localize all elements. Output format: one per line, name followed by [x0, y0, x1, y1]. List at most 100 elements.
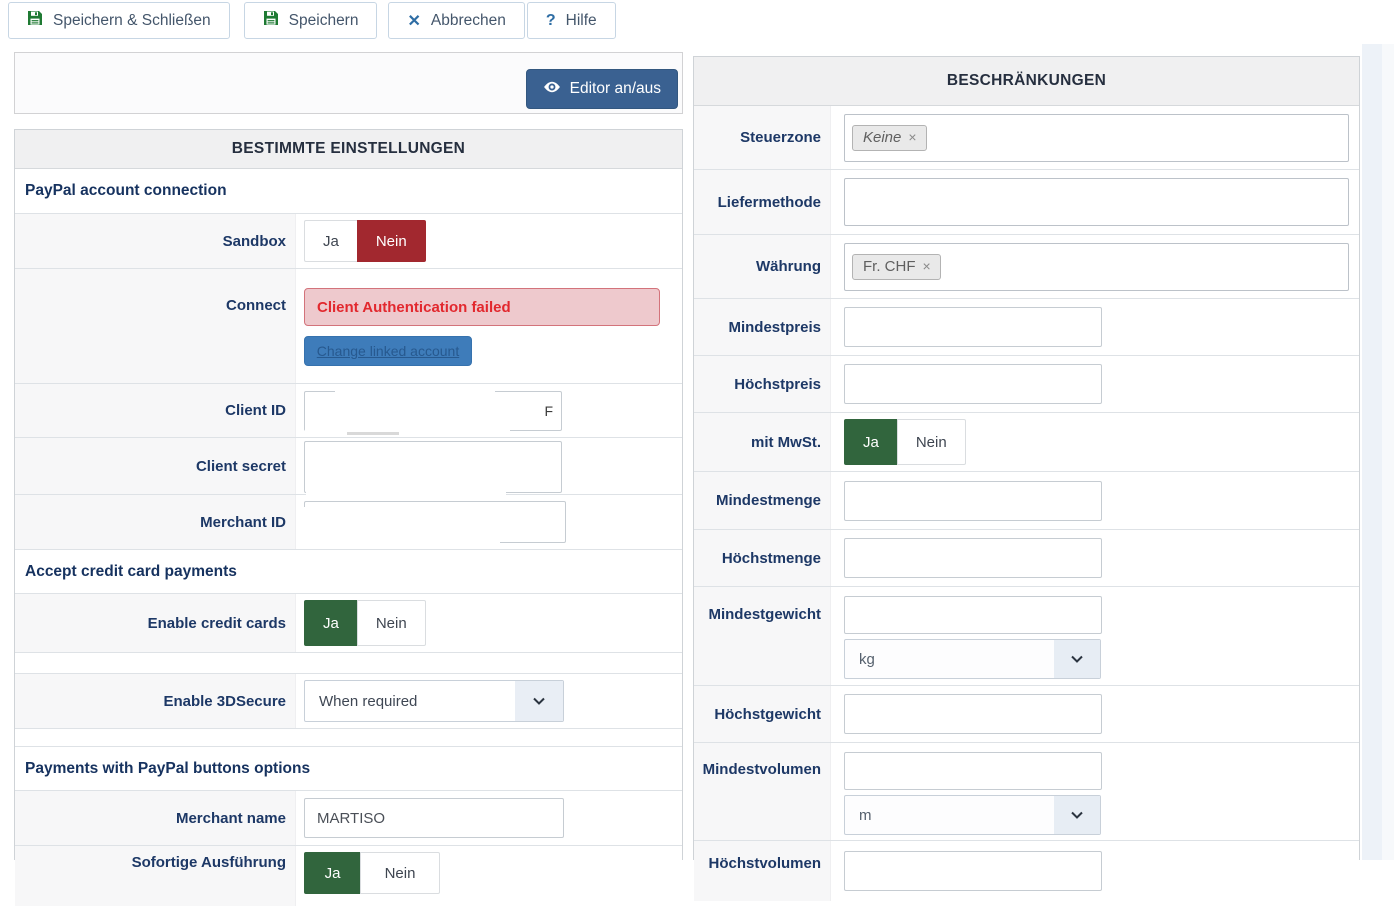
cancel-label: Abbrechen: [431, 12, 506, 30]
spacer-row: [15, 729, 682, 747]
enable-credit-cards-label: Enable credit cards: [15, 594, 296, 652]
hoechstmenge-input[interactable]: [844, 538, 1102, 578]
hoechstpreis-input[interactable]: [844, 364, 1102, 404]
field-row-sandbox: Sandbox Ja Nein: [15, 214, 682, 269]
chevron-down-icon: [1054, 640, 1100, 678]
mindestgewicht-label: Mindestgewicht: [694, 587, 831, 685]
enable-3dsecure-label: Enable 3DSecure: [15, 674, 296, 728]
mindestpreis-input[interactable]: [844, 307, 1102, 347]
liefermethode-tag-input[interactable]: [844, 178, 1349, 226]
field-row-hoechstpreis: Höchstpreis: [694, 356, 1359, 413]
redaction-overlay: [335, 388, 495, 396]
mindestpreis-label: Mindestpreis: [694, 299, 831, 355]
waehrung-tag-text: Fr. CHF: [863, 258, 916, 275]
scrollbar-track[interactable]: [1382, 44, 1394, 860]
field-row-client-id: Client ID F: [15, 384, 682, 438]
mindestvolumen-unit-value: m: [845, 807, 1054, 824]
settings-panel-title: BESTIMMTE EINSTELLUNGEN: [15, 130, 682, 169]
mindestmenge-input[interactable]: [844, 481, 1102, 521]
cancel-button[interactable]: ✕ Abbrechen: [388, 2, 524, 39]
field-row-merchant-id: Merchant ID: [15, 495, 682, 550]
client-id-label: Client ID: [15, 384, 296, 437]
top-toolbar: Speichern & Schließen Speichern ✕ Abbrec…: [0, 0, 1394, 42]
sandbox-yes-button[interactable]: Ja: [304, 220, 357, 262]
tag-remove-icon[interactable]: ×: [923, 258, 931, 274]
section-paypal-buttons: Payments with PayPal buttons options: [15, 747, 682, 791]
field-row-hoechstgewicht: Höchstgewicht: [694, 686, 1359, 743]
hoechstpreis-label: Höchstpreis: [694, 356, 831, 412]
field-row-merchant-name: Merchant name: [15, 791, 682, 846]
x-icon: ✕: [407, 11, 420, 31]
merchant-id-label: Merchant ID: [15, 495, 296, 549]
tag-remove-icon[interactable]: ×: [908, 129, 916, 145]
question-icon: ?: [546, 12, 556, 30]
save-label: Speichern: [289, 12, 359, 30]
field-row-hoechstvolumen: Höchstvolumen: [694, 841, 1359, 901]
mindestvolumen-label: Mindestvolumen: [694, 743, 831, 840]
merchant-name-label: Merchant name: [15, 791, 296, 845]
steuerzone-label: Steuerzone: [694, 106, 831, 169]
section-paypal-connection: PayPal account connection: [15, 169, 682, 214]
hoechstgewicht-input[interactable]: [844, 694, 1102, 734]
field-row-client-secret: Client secret: [15, 438, 682, 495]
enable-3dsecure-select[interactable]: When required: [304, 680, 564, 722]
mit-mwst-label: mit MwSt.: [694, 413, 831, 471]
mit-mwst-yes-button[interactable]: Ja: [844, 419, 897, 465]
partial-row-toggle: Ja Nein: [304, 852, 440, 894]
field-row-mindestgewicht: Mindestgewicht kg: [694, 587, 1359, 686]
field-row-mit-mwst: mit MwSt. Ja Nein: [694, 413, 1359, 472]
hoechstgewicht-label: Höchstgewicht: [694, 686, 831, 742]
save-button[interactable]: Speichern: [244, 2, 378, 39]
save-close-button[interactable]: Speichern & Schließen: [8, 2, 230, 39]
restrictions-panel: BESCHRÄNKUNGEN Steuerzone Keine × Liefer…: [693, 56, 1360, 860]
field-row-mindestvolumen: Mindestvolumen m: [694, 743, 1359, 841]
client-secret-label: Client secret: [15, 438, 296, 494]
mit-mwst-no-button[interactable]: Nein: [897, 419, 966, 465]
mindestvolumen-unit-select[interactable]: m: [844, 795, 1101, 835]
enable-credit-cards-yes-button[interactable]: Ja: [304, 600, 357, 646]
mit-mwst-toggle: Ja Nein: [844, 419, 966, 465]
connect-error-alert: Client Authentication failed: [304, 288, 660, 326]
help-button[interactable]: ? Hilfe: [527, 2, 616, 39]
partial-row-yes-button[interactable]: Ja: [304, 852, 360, 894]
field-row-mindestmenge: Mindestmenge: [694, 472, 1359, 530]
redaction-smudge: [347, 432, 399, 435]
partial-row-label: Sofortige Ausführung: [15, 846, 296, 906]
change-linked-account-button[interactable]: Change linked account: [304, 336, 472, 366]
save-close-label: Speichern & Schließen: [53, 12, 211, 30]
editor-toggle-box: Editor an/aus: [14, 52, 683, 114]
field-row-partial: Sofortige Ausführung Ja Nein: [15, 846, 682, 906]
mindestgewicht-unit-select[interactable]: kg: [844, 639, 1101, 679]
field-row-hoechstmenge: Höchstmenge: [694, 530, 1359, 587]
help-label: Hilfe: [566, 12, 597, 30]
chevron-down-icon: [1054, 796, 1100, 834]
waehrung-tag-input[interactable]: Fr. CHF ×: [844, 243, 1349, 291]
steuerzone-tag-text: Keine: [863, 129, 901, 146]
save-icon: [27, 10, 43, 31]
mindestmenge-label: Mindestmenge: [694, 472, 831, 529]
field-row-enable-3dsecure: Enable 3DSecure When required: [15, 674, 682, 729]
mindestgewicht-input[interactable]: [844, 596, 1102, 634]
page-background-strip: [1362, 44, 1382, 860]
hoechstvolumen-input[interactable]: [844, 851, 1102, 891]
field-row-mindestpreis: Mindestpreis: [694, 299, 1359, 356]
partial-row-no-button[interactable]: Nein: [360, 852, 440, 894]
field-row-liefermethode: Liefermethode: [694, 170, 1359, 235]
field-row-connect: Connect Client Authentication failed Cha…: [15, 269, 682, 384]
editor-toggle-button[interactable]: Editor an/aus: [526, 69, 678, 109]
enable-credit-cards-toggle: Ja Nein: [304, 600, 426, 646]
field-row-steuerzone: Steuerzone Keine ×: [694, 106, 1359, 170]
steuerzone-tag: Keine ×: [852, 125, 927, 151]
enable-credit-cards-no-button[interactable]: Nein: [357, 600, 426, 646]
redaction-overlay: [305, 414, 510, 434]
steuerzone-tag-input[interactable]: Keine ×: [844, 114, 1349, 162]
sandbox-label: Sandbox: [15, 214, 296, 268]
sandbox-no-button[interactable]: Nein: [357, 220, 426, 262]
merchant-name-input[interactable]: [304, 798, 564, 838]
mindestvolumen-input[interactable]: [844, 752, 1102, 790]
sandbox-toggle: Ja Nein: [304, 220, 426, 262]
save-icon: [263, 10, 279, 31]
chevron-down-icon: [515, 681, 563, 721]
connect-label: Connect: [15, 269, 296, 383]
redaction-overlay: [302, 507, 500, 545]
